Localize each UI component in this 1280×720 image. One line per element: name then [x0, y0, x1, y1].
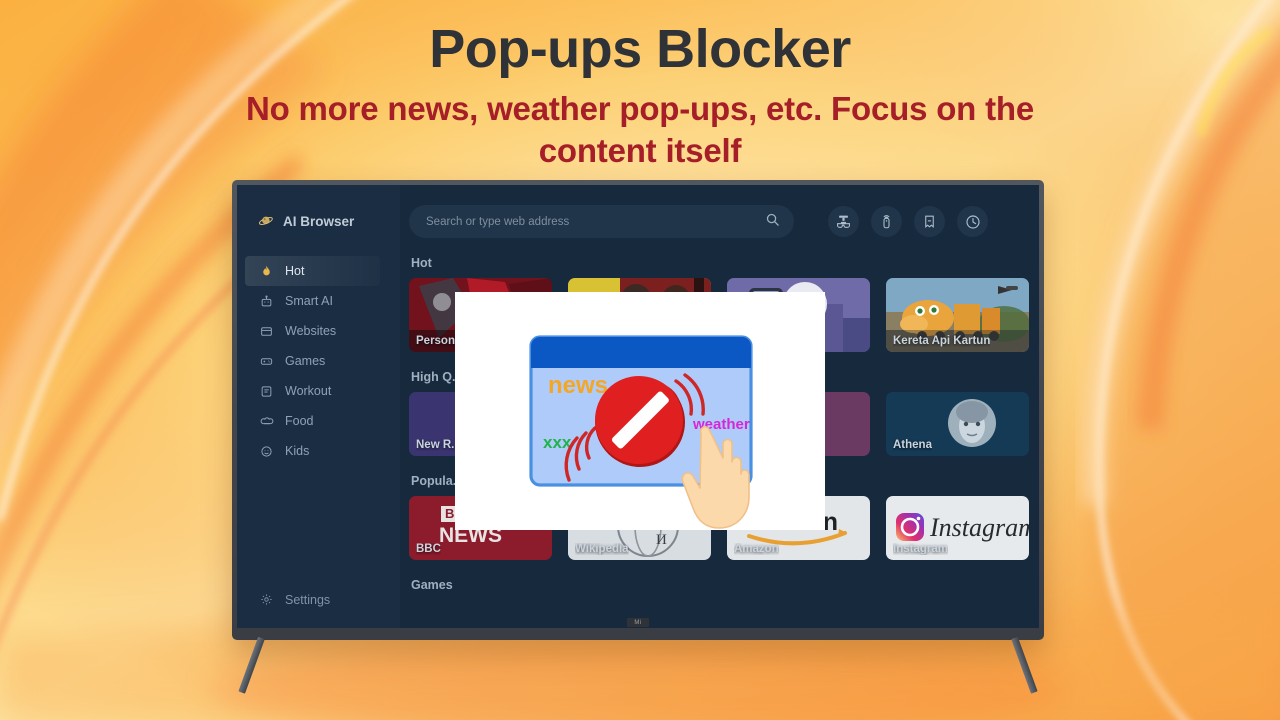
vr-glasses-icon[interactable]: [828, 206, 859, 237]
action-buttons: [828, 206, 988, 237]
card-label: Amazon: [734, 543, 779, 555]
sidebar-item-label: Games: [285, 354, 326, 368]
brand-label: AI Browser: [283, 213, 355, 229]
sidebar-item-label: Websites: [285, 324, 337, 338]
brand: AI Browser: [237, 207, 400, 235]
popup-blocker-illustration: news xxx weather: [455, 292, 825, 530]
tv-leg-right: [1011, 636, 1038, 694]
card-kereta-api-kartun[interactable]: Kereta Api Kartun: [886, 278, 1029, 352]
sidebar-item-label: Hot: [285, 264, 305, 278]
mi-brand-mark: Mi: [627, 618, 649, 627]
sidebar-item-workout[interactable]: Workout: [237, 376, 400, 406]
sidebar-item-label: Food: [285, 414, 314, 428]
sidebar-item-label: Kids: [285, 444, 310, 458]
svg-text:И: И: [656, 532, 667, 548]
sidebar-item-label: Workout: [285, 384, 332, 398]
tv-stand: [232, 636, 1044, 702]
card-instagram[interactable]: Instagram Instagram: [886, 496, 1029, 560]
card-label: Kereta Api Kartun: [893, 335, 991, 347]
list-icon: [259, 384, 274, 399]
history-clock-icon[interactable]: [957, 206, 988, 237]
sidebar-settings-label: Settings: [285, 592, 331, 607]
search-input[interactable]: [426, 215, 765, 228]
search-icon[interactable]: [765, 212, 780, 232]
svg-text:B: B: [445, 506, 454, 521]
sidebar-item-games[interactable]: Games: [237, 346, 400, 376]
sidebar: AI Browser Hot Smart AI Websites Games W…: [237, 185, 400, 628]
section-title-hot: Hot: [411, 256, 432, 270]
tv-leg-left: [238, 636, 265, 694]
gamepad-icon: [259, 354, 274, 369]
card-label: Instagram: [893, 543, 948, 555]
sidebar-item-smart-ai[interactable]: Smart AI: [237, 286, 400, 316]
search-bar[interactable]: [409, 205, 794, 238]
card-athena[interactable]: Athena: [886, 392, 1029, 456]
section-title-games: Games: [411, 578, 453, 592]
sidebar-item-hot[interactable]: Hot: [245, 256, 380, 286]
sidebar-item-kids[interactable]: Kids: [237, 436, 400, 466]
sidebar-nav: Hot Smart AI Websites Games Workout Food…: [237, 256, 400, 466]
card-label: Athena: [893, 439, 932, 451]
robot-icon: [259, 294, 274, 309]
gear-icon: [259, 592, 274, 607]
remote-control-icon[interactable]: [871, 206, 902, 237]
label-news: news: [548, 372, 608, 399]
flame-icon: [259, 264, 274, 279]
top-bar: [409, 205, 1039, 238]
sidebar-item-label: Smart AI: [285, 294, 333, 308]
card-label: Wikipedia: [575, 543, 629, 555]
chefhat-icon: [259, 414, 274, 429]
sidebar-item-food[interactable]: Food: [237, 406, 400, 436]
planet-icon: [259, 214, 274, 229]
bookmark-icon[interactable]: [914, 206, 945, 237]
label-xxx: xxx: [543, 433, 572, 452]
kidface-icon: [259, 444, 274, 459]
browser-icon: [259, 324, 274, 339]
svg-text:Instagram: Instagram: [929, 513, 1029, 542]
card-label: BBC: [416, 543, 441, 555]
sidebar-item-websites[interactable]: Websites: [237, 316, 400, 346]
sidebar-item-settings[interactable]: Settings: [237, 592, 400, 607]
